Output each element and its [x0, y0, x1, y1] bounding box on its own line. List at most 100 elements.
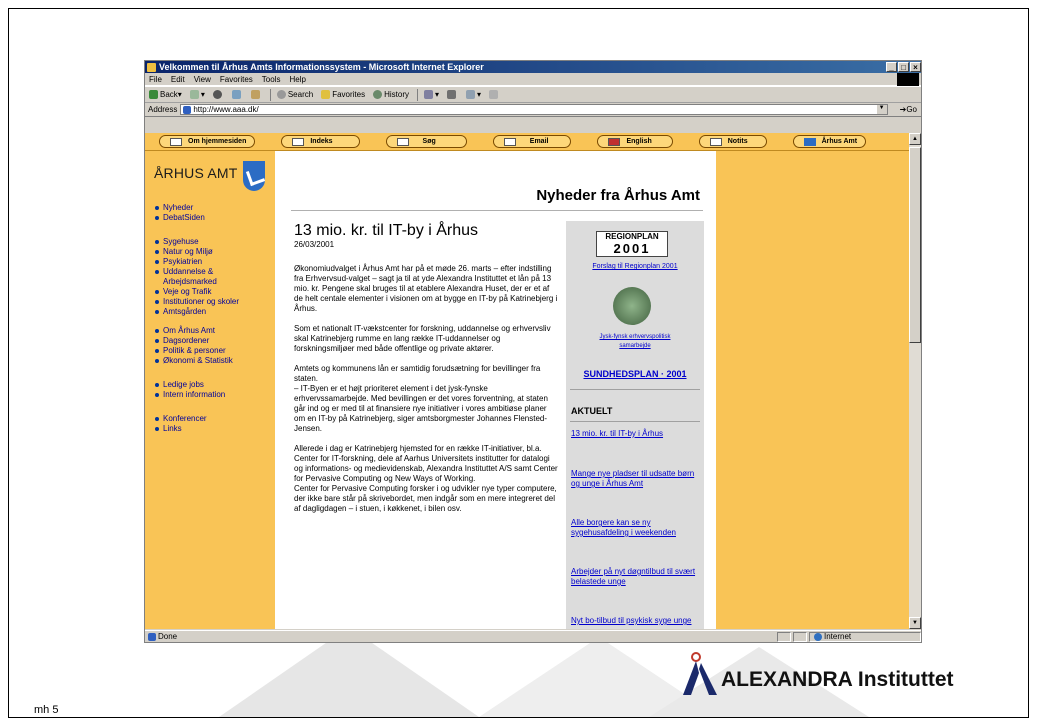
menu-favorites[interactable]: Favorites [220, 75, 253, 84]
jysk-fynsk-link[interactable]: Jysk-fynsk erhvervspolitisk samarbejde [586, 333, 684, 351]
nav-arhus-amt[interactable]: Århus Amt [792, 135, 867, 148]
sidebar-item-uddannelse[interactable]: Uddannelse & Arbejdsmarked [155, 267, 243, 287]
nav-english[interactable]: English [597, 135, 673, 148]
sidebar-item-amtsgarden[interactable]: Amtsgården [155, 307, 243, 317]
refresh-button[interactable] [231, 90, 243, 99]
status-bar: Done Internet [145, 630, 921, 642]
bullet-icon [155, 260, 159, 264]
maximize-button[interactable]: □ [898, 62, 909, 72]
sidebar-item-veje[interactable]: Veje og Trafik [155, 287, 243, 297]
home-button[interactable] [250, 90, 262, 99]
scroll-down-icon[interactable]: ▼ [909, 617, 921, 629]
sidebar-item-sygehuse[interactable]: Sygehuse [155, 237, 243, 247]
sidebar-item-debatsiden[interactable]: DebatSiden [155, 213, 205, 223]
search-icon [396, 137, 409, 146]
sidebar-item-natur[interactable]: Natur og Miljø [155, 247, 243, 257]
bullet-icon [155, 206, 159, 210]
menu-view[interactable]: View [194, 75, 211, 84]
sidebar-item-psykiatrien[interactable]: Psykiatrien [155, 257, 243, 267]
refresh-icon [231, 90, 241, 99]
sidebar-item-dagsordener[interactable]: Dagsordener [155, 336, 233, 346]
nav-sog[interactable]: Søg [385, 135, 467, 148]
mail-icon [423, 90, 433, 99]
sidebar-item-institutioner[interactable]: Institutioner og skoler [155, 297, 243, 307]
sidebar-item-om-arhus-amt[interactable]: Om Århus Amt [155, 326, 233, 336]
sidebar-item-ledige-jobs[interactable]: Ledige jobs [155, 380, 225, 390]
page-title: Nyheder fra Århus Amt [536, 187, 700, 204]
history-icon [373, 90, 383, 99]
bullet-icon [155, 417, 159, 421]
toolbar-separator [269, 88, 271, 101]
discuss-button[interactable] [489, 90, 500, 99]
toolbar: Back ▾ ▾ Search Favorites History ▾ ▾ [145, 86, 921, 103]
close-button[interactable]: × [910, 62, 921, 72]
favorites-button[interactable]: Favorites [321, 90, 365, 99]
sidebar-item-okonomi[interactable]: Økonomi & Statistik [155, 356, 233, 366]
menu-tools[interactable]: Tools [262, 75, 281, 84]
toolbar-separator [416, 88, 418, 101]
print-icon [447, 90, 456, 99]
note-icon [709, 137, 722, 146]
nav-email[interactable]: Email [492, 135, 572, 148]
news-link[interactable]: 13 mio. kr. til IT-by i Århus [571, 429, 696, 439]
sidebar-item-nyheder[interactable]: Nyheder [155, 203, 205, 213]
history-button[interactable]: History [373, 90, 409, 99]
security-zone: Internet [809, 631, 921, 642]
menu-bar: File Edit View Favorites Tools Help [145, 73, 921, 86]
sidebar-item-links[interactable]: Links [155, 424, 207, 434]
nav-notits[interactable]: Notits [698, 135, 767, 148]
bullet-icon [155, 250, 159, 254]
go-button[interactable]: ➔Go [900, 105, 917, 114]
news-link[interactable]: Nyt bo-tilbud til psykisk syge unge [571, 616, 696, 626]
scroll-thumb[interactable] [909, 147, 921, 343]
address-input[interactable]: http://www.aaa.dk/ ▼ [180, 104, 888, 115]
news-link[interactable]: Mange nye pladser til udsatte børn og un… [571, 469, 696, 489]
mail-button[interactable]: ▾ [423, 90, 439, 99]
arhus-crest-icon [243, 161, 265, 191]
vertical-scrollbar[interactable]: ▲ ▼ [909, 133, 921, 629]
stop-button[interactable] [212, 90, 224, 99]
index-icon [292, 137, 305, 146]
regionplan-link[interactable]: Forslag til Regionplan 2001 [568, 263, 702, 270]
menu-edit[interactable]: Edit [171, 75, 185, 84]
page-viewport: Om hjemmesiden Indeks Søg Email English … [145, 133, 921, 629]
news-link[interactable]: Arbejder på nyt døgntilbud til svært bel… [571, 567, 696, 587]
sidebar-item-intern[interactable]: Intern information [155, 390, 225, 400]
scroll-up-icon[interactable]: ▲ [909, 133, 921, 145]
windows-logo-icon [897, 73, 919, 86]
status-done: Done [148, 632, 777, 641]
regionplan-banner[interactable]: REGIONPLAN 2001 [596, 231, 668, 257]
browser-window: Velkommen til Århus Amts Informationssys… [144, 60, 922, 643]
menu-file[interactable]: File [149, 75, 162, 84]
sidebar-item-politik[interactable]: Politik & personer [155, 346, 233, 356]
forward-button[interactable]: ▾ [189, 90, 205, 99]
bullet-icon [155, 240, 159, 244]
address-url: http://www.aaa.dk/ [193, 105, 259, 114]
sidebar-item-konferencer[interactable]: Konferencer [155, 414, 207, 424]
sidebar-group: Om Århus Amt Dagsordener Politik & perso… [155, 326, 233, 366]
sundhedsplan-link[interactable]: SUNDHEDSPLAN · 2001 [568, 369, 702, 379]
menu-help[interactable]: Help [289, 75, 305, 84]
news-link[interactable]: Alle borgere kan se ny sygehusafdeling i… [571, 518, 696, 538]
article-paragraph: Som et nationalt IT-vækstcenter for fors… [294, 324, 551, 353]
sidebar-group: Konferencer Links [155, 414, 207, 434]
brand-name: ÅRHUS AMT [154, 165, 238, 181]
minimize-button[interactable]: _ [886, 62, 897, 72]
nav-om-hjemmesiden[interactable]: Om hjemmesiden [159, 135, 256, 148]
bullet-icon [155, 393, 159, 397]
nav-indeks[interactable]: Indeks [281, 135, 360, 148]
bullet-icon [155, 339, 159, 343]
address-dropdown-icon[interactable]: ▼ [876, 105, 887, 114]
jysk-fynsk-map-image[interactable] [613, 287, 651, 325]
bullet-icon [155, 349, 159, 353]
bullet-icon [155, 290, 159, 294]
edit-button[interactable]: ▾ [466, 90, 481, 99]
print-button[interactable] [447, 90, 458, 99]
bullet-icon [155, 216, 159, 220]
window-title: Velkommen til Århus Amts Informationssys… [159, 62, 484, 72]
edit-icon [466, 90, 475, 99]
status-cell [793, 631, 807, 642]
back-button[interactable]: Back ▾ [149, 90, 182, 99]
search-button[interactable]: Search [276, 90, 313, 99]
info-icon [170, 137, 182, 146]
